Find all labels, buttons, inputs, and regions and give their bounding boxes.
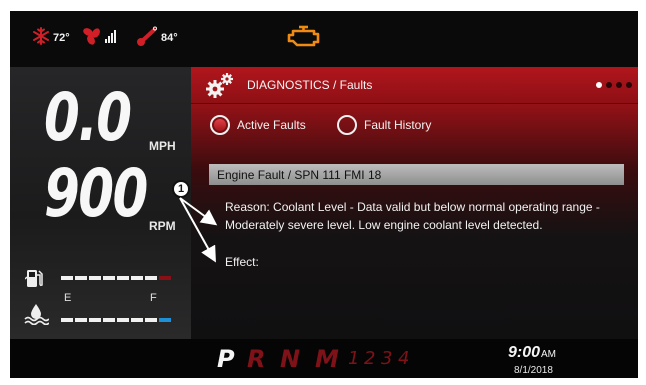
tab-active-faults-label: Active Faults	[237, 118, 306, 132]
fuel-segment	[89, 276, 101, 280]
manual-gear-1: 1	[348, 348, 360, 369]
speed-unit: MPH	[149, 139, 176, 153]
gear-neutral: N	[280, 345, 301, 373]
tab-fault-history-label: Fault History	[364, 118, 432, 132]
fuel-pump-icon	[24, 267, 45, 294]
fuel-segment	[117, 276, 129, 280]
gear-park: P	[217, 345, 235, 373]
outside-temp-value: 84°	[161, 32, 178, 44]
manual-gear-3: 3	[381, 348, 393, 369]
fuel-segment	[145, 276, 157, 280]
fuel-gauge	[61, 276, 173, 280]
check-engine-icon	[284, 23, 324, 54]
diagnostics-panel: DIAGNOSTICS / Faults Active Faults Fault…	[191, 67, 638, 339]
coolant-segment	[103, 318, 115, 322]
ac-temp-indicator: 72°	[32, 26, 70, 50]
coolant-segment	[89, 318, 101, 322]
fuel-segment	[103, 276, 115, 280]
fault-effect: Effect:	[225, 255, 259, 269]
fuel-full-label: F	[150, 292, 157, 304]
tab-active-faults[interactable]: Active Faults	[210, 112, 306, 138]
coolant-segment	[61, 318, 73, 322]
coolant-segment	[117, 318, 129, 322]
clock-ampm: AM	[541, 349, 556, 360]
fault-reason: Reason: Coolant Level - Data valid but b…	[225, 200, 600, 232]
coolant-segment	[75, 318, 87, 322]
fault-header[interactable]: Engine Fault / SPN 111 FMI 18	[209, 164, 624, 185]
thermometer-icon	[136, 26, 158, 51]
ac-temp-value: 72°	[53, 32, 70, 44]
coolant-level-icon	[23, 303, 50, 330]
fuel-empty-label: E	[64, 292, 72, 304]
page-indicator	[592, 82, 632, 88]
fuel-segment	[75, 276, 87, 280]
page-dot[interactable]	[606, 82, 612, 88]
page-dot[interactable]	[626, 82, 632, 88]
callout-arrows	[179, 197, 218, 263]
page-dot-active[interactable]	[596, 82, 602, 88]
gears-icon	[205, 71, 237, 104]
signal-bars-icon	[105, 29, 119, 48]
manual-gear-4: 4	[398, 348, 410, 369]
clock-date: 8/1/2018	[514, 365, 553, 376]
panel-header: DIAGNOSTICS / Faults	[191, 67, 638, 104]
coolant-segment	[145, 318, 157, 322]
active-faults-radio[interactable]	[210, 115, 230, 135]
fault-title: Engine Fault / SPN 111 FMI 18	[217, 168, 382, 182]
instrument-cluster: 0.0 MPH 900 RPM E F	[10, 67, 191, 339]
manual-gear-2: 2	[364, 348, 376, 369]
dashboard-screen: 72° 84° 0.0 MPH 900 RPM E F DIAGNOSTICS …	[10, 11, 638, 378]
coolant-segment-accent	[159, 318, 171, 322]
status-bar: 72° 84°	[10, 11, 638, 67]
snowflake-icon	[32, 26, 50, 50]
rpm-value: 900	[44, 155, 148, 232]
fuel-segment-low	[159, 276, 171, 280]
gear-reverse: R	[247, 345, 266, 373]
speed-value: 0.0	[44, 79, 132, 156]
fault-history-radio[interactable]	[337, 115, 357, 135]
fan-icon	[82, 27, 102, 50]
fan-indicator	[82, 27, 119, 50]
panel-title: DIAGNOSTICS / Faults	[247, 78, 373, 92]
coolant-gauge	[61, 318, 173, 322]
coolant-segment	[131, 318, 143, 322]
outside-temp-indicator: 84°	[136, 26, 178, 51]
transmission-bar: P R N M 1 2 3 4 9:00 AM 8/1/2018	[10, 339, 638, 378]
tab-fault-history[interactable]: Fault History	[337, 112, 431, 138]
page-dot[interactable]	[616, 82, 622, 88]
clock-time: 9:00	[508, 344, 541, 361]
fuel-segment	[61, 276, 73, 280]
gear-manual: M	[315, 345, 339, 373]
fuel-segment	[131, 276, 143, 280]
